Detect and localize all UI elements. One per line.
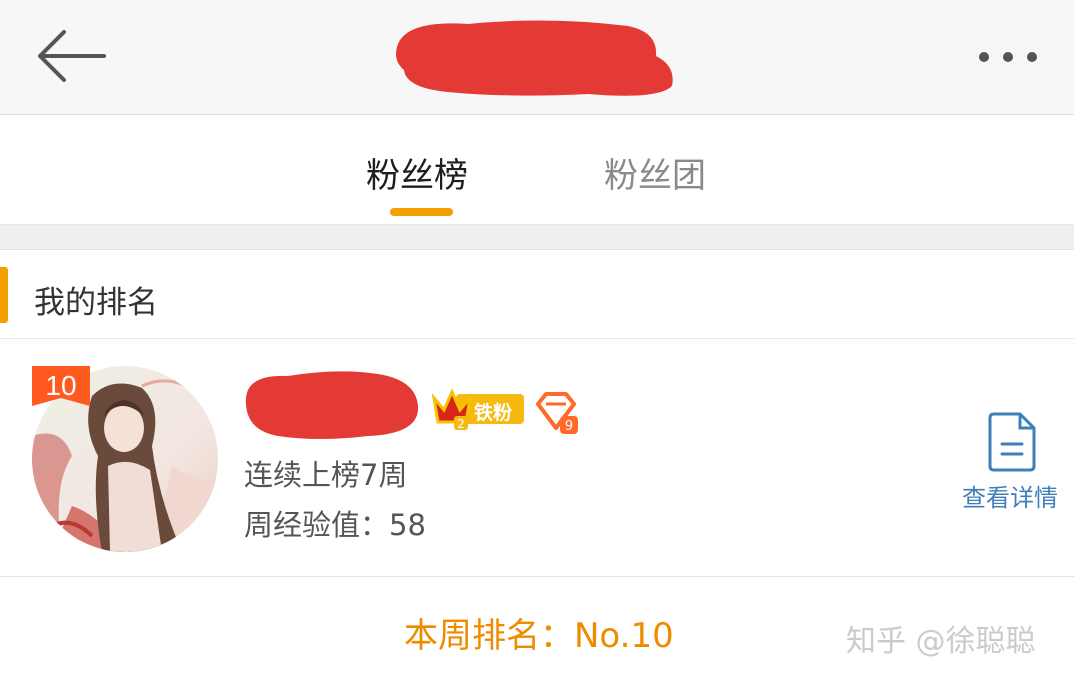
redacted-username — [245, 371, 419, 439]
tab-fans-rank[interactable]: 粉丝榜 — [366, 148, 468, 197]
tab-fans-group[interactable]: 粉丝团 — [604, 148, 706, 197]
document-icon[interactable] — [986, 412, 1038, 472]
back-button[interactable] — [34, 26, 108, 86]
rank-badge: 10 — [45, 370, 77, 401]
tab-bar: 粉丝榜 粉丝团 — [0, 116, 1074, 224]
ranking-streak: 连续上榜7周 — [244, 458, 408, 492]
crown-level: 2 — [457, 417, 465, 431]
watermark: 知乎 @徐聪聪 — [846, 624, 1036, 659]
my-rank-card: 10 2 铁粉 9 连续上榜7周 周经验值：58 查看详情 — [0, 340, 1074, 577]
active-tab-indicator — [390, 208, 453, 216]
my-rank-section-header: 我的排名 — [0, 251, 1074, 339]
weekly-exp: 周经验值：58 — [244, 508, 426, 542]
view-details-link[interactable]: 查看详情 — [962, 478, 1058, 513]
diamond-level: 9 — [565, 419, 573, 434]
section-title: 我的排名 — [34, 285, 158, 321]
arrow-left-icon — [38, 30, 106, 82]
footer: 本周排名：No.10 知乎 @徐聪聪 — [0, 578, 1074, 678]
top-navigation-bar — [0, 0, 1074, 115]
section-divider — [0, 224, 1074, 250]
diamond-icon: 9 — [536, 392, 578, 434]
iron-fan-badge-label: 铁粉 — [474, 402, 513, 424]
redacted-title — [396, 20, 673, 96]
weekly-rank: 本周排名：No.10 — [404, 616, 674, 656]
more-dots-icon[interactable] — [972, 40, 1044, 74]
section-accent-bar — [0, 267, 8, 323]
